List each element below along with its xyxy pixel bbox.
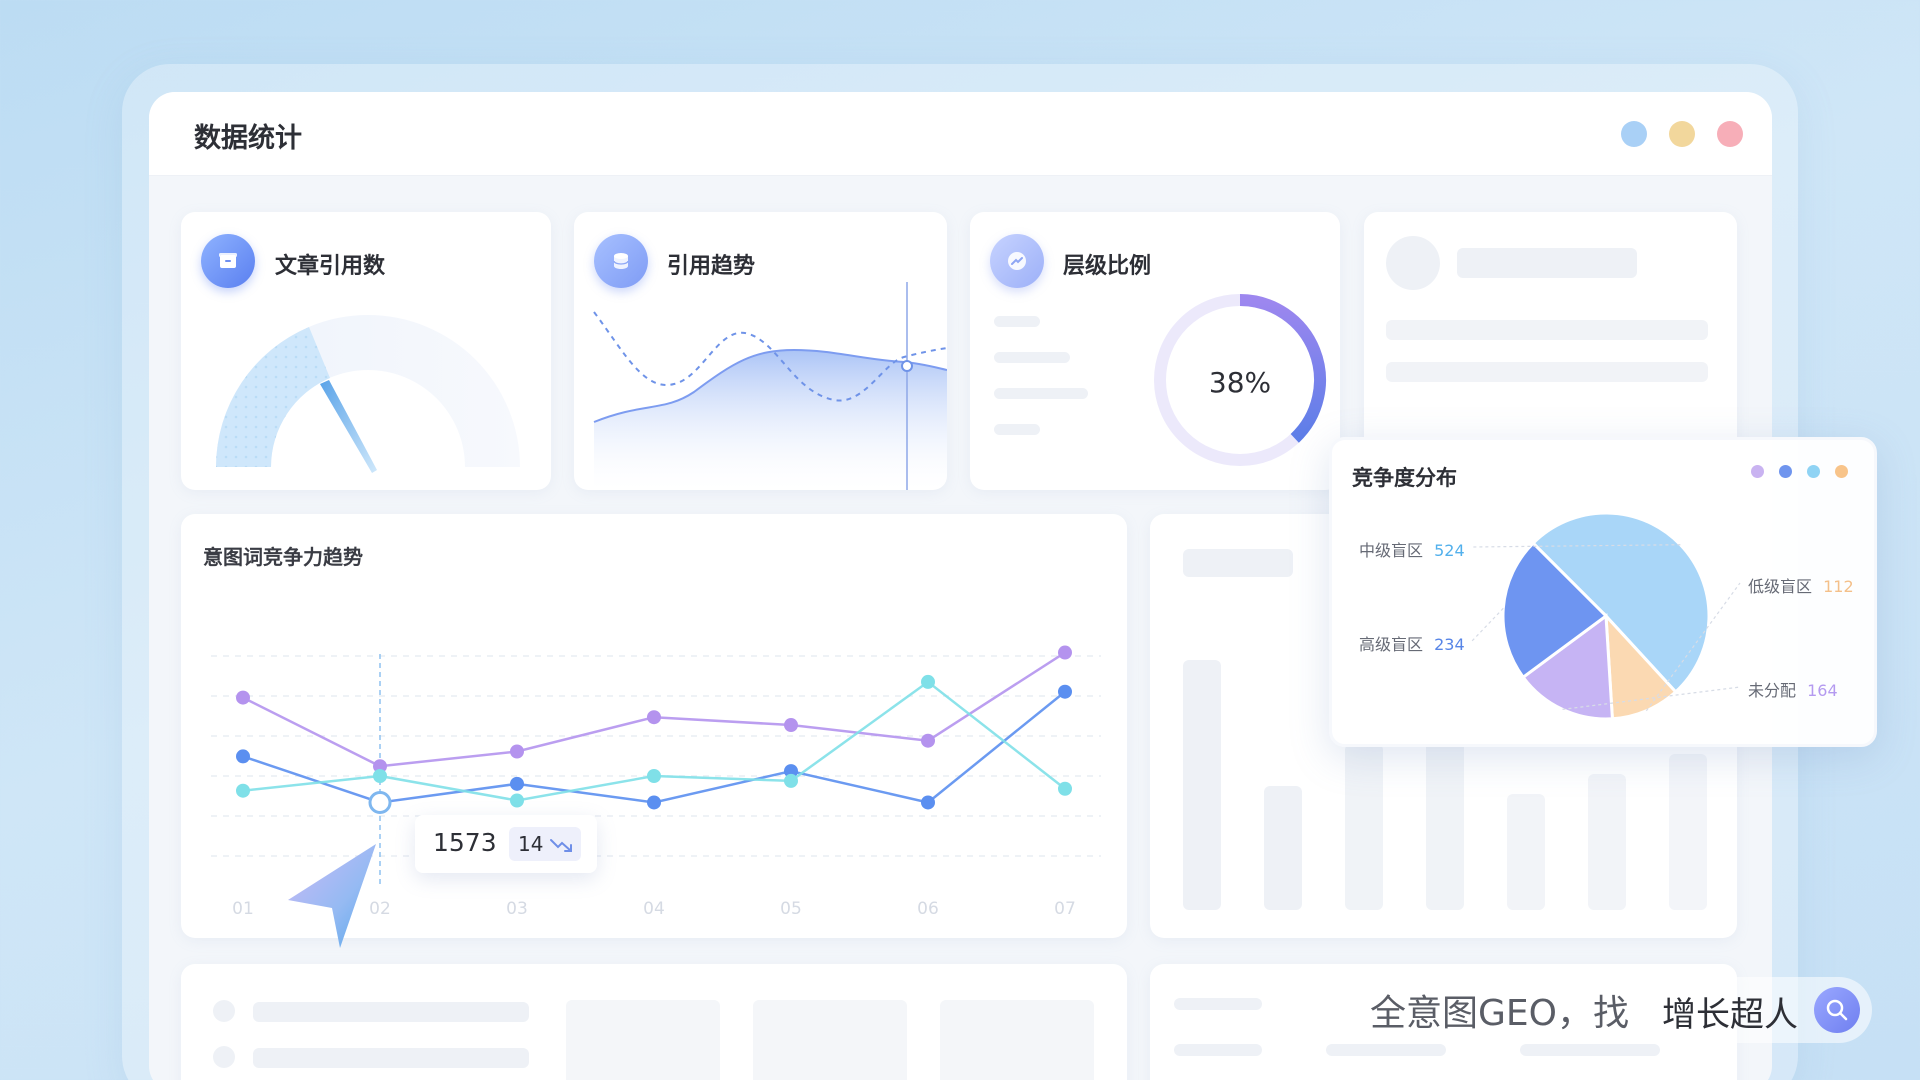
series-1-point[interactable]	[784, 718, 798, 733]
tooltip-delta: 14	[518, 832, 544, 856]
brand-slogan: 全意图GEO，找	[1370, 993, 1629, 1034]
bar-2	[1264, 786, 1302, 910]
gauge-chart	[216, 315, 520, 473]
series-2-point[interactable]	[647, 795, 661, 810]
bar-chart-title-skeleton	[1183, 549, 1293, 577]
bottom-right-line-4	[1520, 1044, 1660, 1056]
tooltip-delta-badge: 14	[509, 827, 581, 861]
x-tick-label: 05	[780, 899, 802, 919]
series-line-2	[242, 690, 1066, 804]
x-tick-label: 03	[506, 899, 528, 919]
bottom-dot-2	[213, 1046, 235, 1068]
competition-pie-chart	[1471, 511, 1741, 721]
bottom-block-3	[940, 1000, 1094, 1080]
trend-down-icon	[550, 839, 572, 852]
bottom-right-line-2	[1174, 1044, 1262, 1056]
gauge-needle	[320, 380, 377, 473]
level-ratio-percent: 38%	[1209, 366, 1271, 399]
x-tick-label: 04	[643, 899, 665, 919]
article-citations-card[interactable]: 文章引用数	[181, 212, 551, 490]
bottom-dot-1	[213, 1000, 235, 1022]
citation-trend-area-chart	[593, 282, 947, 490]
bottom-right-line-3	[1326, 1044, 1446, 1056]
bottom-block-2	[753, 1000, 907, 1080]
tooltip-value: 1573	[433, 828, 497, 857]
series-1-point[interactable]	[236, 690, 250, 705]
placeholder-line-2	[1386, 362, 1708, 382]
window-dot-yellow[interactable]	[1669, 121, 1695, 147]
level-ratio-card[interactable]: 层级比例 38%	[970, 212, 1340, 490]
series-line-1	[242, 651, 1066, 768]
placeholder-title-bar	[1457, 248, 1637, 278]
chart-tooltip: 1573 14	[415, 815, 597, 873]
series-2-point[interactable]	[510, 776, 524, 791]
bottom-line-2	[253, 1048, 529, 1068]
trend-area	[594, 350, 947, 490]
competition-distribution-panel[interactable]: 竞争度分布 中级盲区 524 高级盲区 234 低级盲区 112 未分配 164	[1329, 437, 1877, 747]
series-2-point[interactable]	[236, 749, 250, 764]
series-1-point[interactable]	[510, 744, 524, 759]
trend-cursor-point[interactable]	[901, 360, 913, 372]
search-icon[interactable]	[1814, 987, 1860, 1033]
bottom-left-skeleton-card	[181, 964, 1127, 1080]
series-3-point[interactable]	[1058, 781, 1072, 796]
placeholder-line-1	[1386, 320, 1708, 340]
x-tick-label: 01	[232, 899, 254, 919]
citation-trend-card[interactable]: 引用趋势	[574, 212, 947, 490]
bar-7	[1669, 754, 1707, 910]
placeholder-avatar	[1386, 236, 1440, 290]
x-tick-label: 07	[1054, 899, 1076, 919]
series-3-point[interactable]	[373, 769, 387, 783]
series-1-point[interactable]	[647, 710, 661, 725]
bar-5	[1507, 794, 1545, 910]
bottom-block-1	[566, 1000, 720, 1080]
series-2-point[interactable]	[1058, 684, 1072, 699]
pie-leader-line	[1471, 607, 1504, 642]
series-3-point[interactable]	[510, 793, 524, 808]
bar-3	[1345, 744, 1383, 910]
bar-6	[1588, 774, 1626, 910]
hovered-point[interactable]	[368, 790, 392, 814]
series-1-point[interactable]	[1058, 645, 1072, 660]
series-3-point[interactable]	[236, 783, 250, 798]
series-2-point[interactable]	[921, 795, 935, 810]
page-title: 数据统计	[194, 123, 302, 154]
bar-1	[1183, 660, 1221, 910]
brand-name: 增长超人	[1662, 995, 1798, 1035]
series-3-point[interactable]	[921, 674, 935, 689]
series-3-point[interactable]	[647, 769, 661, 783]
title-bar: 数据统计	[149, 92, 1772, 176]
bottom-line-1	[253, 1002, 529, 1022]
cursor-pointer-icon	[288, 844, 376, 948]
bottom-right-line-1	[1174, 998, 1262, 1010]
x-tick-label: 06	[917, 899, 939, 919]
level-ratio-donut: 38%	[1154, 294, 1326, 466]
series-1-point[interactable]	[921, 733, 935, 748]
series-3-point[interactable]	[784, 773, 798, 788]
window-dot-blue[interactable]	[1621, 121, 1647, 147]
window-dot-red[interactable]	[1717, 121, 1743, 147]
